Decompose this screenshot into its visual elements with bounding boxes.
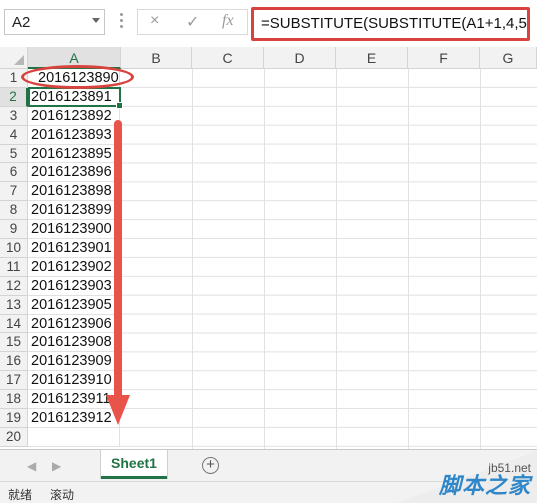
row-header[interactable]: 13 xyxy=(0,295,28,315)
row-header[interactable]: 7 xyxy=(0,182,28,202)
status-scroll-lock: 滚动 xyxy=(50,488,75,502)
table-row: 6 2016123896 xyxy=(0,163,537,183)
row-header[interactable]: 2 xyxy=(0,87,28,107)
table-row: 19 2016123912 xyxy=(0,409,537,428)
cell-a14[interactable]: 2016123906 xyxy=(28,314,120,334)
cell-a9[interactable]: 2016123900 xyxy=(28,220,120,240)
row-header[interactable]: 15 xyxy=(0,333,28,353)
table-row: 7 2016123898 xyxy=(0,182,537,202)
column-header-e[interactable]: E xyxy=(336,47,408,69)
insert-function-icon[interactable]: fx xyxy=(222,12,234,30)
table-row: 12 2016123903 xyxy=(0,276,537,296)
table-row: 16 2016123909 xyxy=(0,352,537,372)
cell-a15[interactable]: 2016123908 xyxy=(28,333,120,353)
row-header[interactable]: 8 xyxy=(0,201,28,221)
cell-a20[interactable] xyxy=(28,427,120,447)
cell-a16[interactable]: 2016123909 xyxy=(28,352,120,372)
chevron-down-icon[interactable] xyxy=(92,18,100,23)
cell-a6[interactable]: 2016123896 xyxy=(28,163,120,183)
table-row: 15 2016123908 xyxy=(0,333,537,353)
column-header-b[interactable]: B xyxy=(121,47,192,69)
table-row: 4 2016123893 xyxy=(0,125,537,145)
column-header-f[interactable]: F xyxy=(408,47,480,69)
formula-bar: A2 × ✓ fx =SUBSTITUTE(SUBSTITUTE(A1+1,4,… xyxy=(0,0,537,47)
table-row: 14 2016123906 xyxy=(0,314,537,334)
cell-a10[interactable]: 2016123901 xyxy=(28,239,120,258)
row-header[interactable]: 5 xyxy=(0,144,28,164)
table-row: 20 xyxy=(0,427,537,447)
table-row: 3 2016123892 xyxy=(0,106,537,126)
chevron-left-icon[interactable]: ◀ xyxy=(27,459,36,473)
row-header[interactable]: 11 xyxy=(0,257,28,277)
table-row: 5 2016123895 xyxy=(0,144,537,164)
row-header[interactable]: 3 xyxy=(0,106,28,126)
row-header[interactable]: 9 xyxy=(0,220,28,240)
table-row: 11 2016123902 xyxy=(0,257,537,277)
cell-a12[interactable]: 2016123903 xyxy=(28,276,120,296)
table-row: 13 2016123905 xyxy=(0,295,537,315)
cell-a8[interactable]: 2016123899 xyxy=(28,201,120,221)
row-header[interactable]: 14 xyxy=(0,314,28,334)
column-header-c[interactable]: C xyxy=(192,47,264,69)
add-sheet-icon[interactable]: + xyxy=(202,457,219,474)
formula-input[interactable]: =SUBSTITUTE(SUBSTITUTE(A1+1,4,5),7,8) xyxy=(251,7,530,41)
cell-a17[interactable]: 2016123910 xyxy=(28,371,120,391)
chevron-right-icon[interactable]: ▶ xyxy=(52,459,61,473)
annotation-arrow xyxy=(114,120,122,402)
tab-sheet1[interactable]: Sheet1 xyxy=(101,450,167,479)
name-box-value: A2 xyxy=(12,14,31,31)
column-header-g[interactable]: G xyxy=(480,47,537,69)
table-row: 18 2016123911 xyxy=(0,390,537,410)
row-header[interactable]: 18 xyxy=(0,390,28,410)
formula-buttons: × ✓ fx xyxy=(137,9,248,35)
select-all-corner[interactable] xyxy=(0,47,28,69)
column-header-d[interactable]: D xyxy=(264,47,336,69)
check-icon[interactable]: ✓ xyxy=(186,12,199,32)
cell-a4[interactable]: 2016123893 xyxy=(28,125,120,145)
annotation-ellipse xyxy=(21,65,134,89)
formula-bar-grip-icon[interactable] xyxy=(120,13,123,31)
row-header[interactable]: 16 xyxy=(0,352,28,372)
arrow-down-icon xyxy=(106,395,130,425)
row-header[interactable]: 6 xyxy=(0,163,28,183)
cell-a13[interactable]: 2016123905 xyxy=(28,295,120,315)
status-ready: 就绪 xyxy=(8,488,33,502)
sheet-rows: 1 2016123890 2 2016123891 3 2016123892 4 201… xyxy=(0,69,537,447)
cell-a11[interactable]: 2016123902 xyxy=(28,257,120,277)
cancel-icon[interactable]: × xyxy=(150,12,159,30)
row-header[interactable]: 20 xyxy=(0,427,28,447)
table-row: 8 2016123899 xyxy=(0,201,537,221)
row-header[interactable]: 19 xyxy=(0,409,28,428)
table-row: 9 2016123900 xyxy=(0,220,537,240)
row-header[interactable]: 17 xyxy=(0,371,28,391)
watermark-name: 脚本之家 xyxy=(438,473,531,498)
table-row: 17 2016123910 xyxy=(0,371,537,391)
row-header[interactable]: 10 xyxy=(0,239,28,258)
cell-a3[interactable]: 2016123892 xyxy=(28,106,120,126)
watermark-logo: jb51.net 脚本之家 xyxy=(397,451,537,503)
active-cell-selection[interactable] xyxy=(28,87,123,109)
row-header[interactable]: 12 xyxy=(0,276,28,296)
table-row: 10 2016123901 xyxy=(0,239,537,258)
cell-a5[interactable]: 2016123895 xyxy=(28,144,120,164)
cell-a7[interactable]: 2016123898 xyxy=(28,182,120,202)
formula-text: =SUBSTITUTE(SUBSTITUTE(A1+1,4,5),7,8) xyxy=(261,15,530,32)
row-header[interactable]: 4 xyxy=(0,125,28,145)
name-box[interactable]: A2 xyxy=(4,9,105,35)
